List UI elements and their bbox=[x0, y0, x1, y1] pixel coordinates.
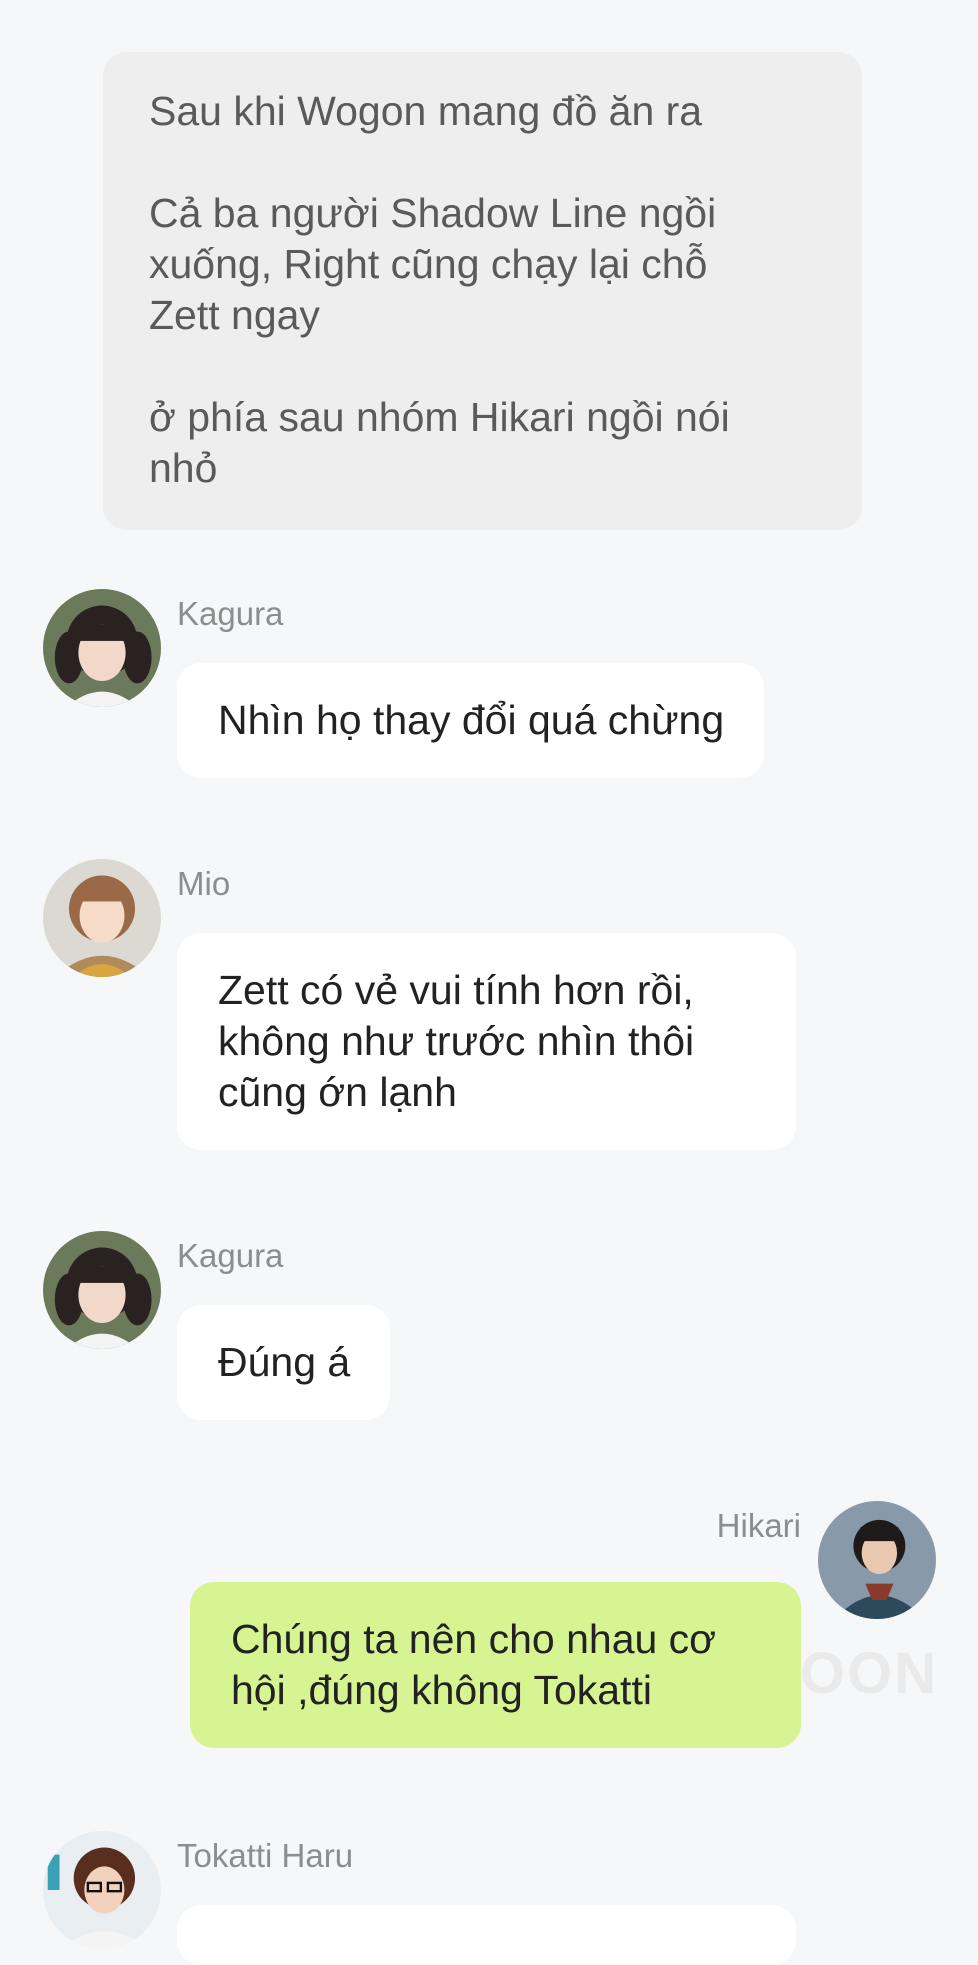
message-bubble[interactable]: Chúng ta nên cho nhau cơ hội ,đúng không… bbox=[190, 1582, 801, 1748]
sender-name: Tokatti Haru bbox=[177, 1837, 354, 1874]
narration-paragraph: Sau khi Wogon mang đồ ăn ra bbox=[149, 88, 703, 134]
message-bubble[interactable] bbox=[177, 1905, 796, 1965]
watermark: OON bbox=[800, 1641, 939, 1706]
sender-name: Kagura bbox=[177, 1237, 284, 1274]
narration-paragraph: Cả ba người Shadow Line ngồi xuống, Righ… bbox=[149, 190, 717, 338]
narration-box: Sau khi Wogon mang đồ ăn ra Cả ba người … bbox=[103, 52, 862, 530]
sender-name: Hikari bbox=[716, 1507, 801, 1544]
message-bubble[interactable]: Đúng á bbox=[177, 1305, 391, 1420]
sender-name: Kagura bbox=[177, 595, 284, 632]
message-bubble[interactable]: Zett có vẻ vui tính hơn rồi, không như t… bbox=[177, 933, 796, 1150]
kagura-avatar-icon[interactable] bbox=[43, 1231, 161, 1349]
message-bubble[interactable]: Nhìn họ thay đổi quá chừng bbox=[177, 663, 765, 778]
hikari-avatar-icon[interactable] bbox=[818, 1501, 936, 1619]
mio-avatar-icon[interactable] bbox=[43, 859, 161, 977]
sender-name: Mio bbox=[177, 865, 231, 902]
kagura-avatar-icon[interactable] bbox=[43, 589, 161, 707]
narration-paragraph: ở phía sau nhóm Hikari ngồi nói nhỏ bbox=[149, 394, 730, 491]
tokatti-avatar-icon[interactable] bbox=[43, 1831, 161, 1949]
